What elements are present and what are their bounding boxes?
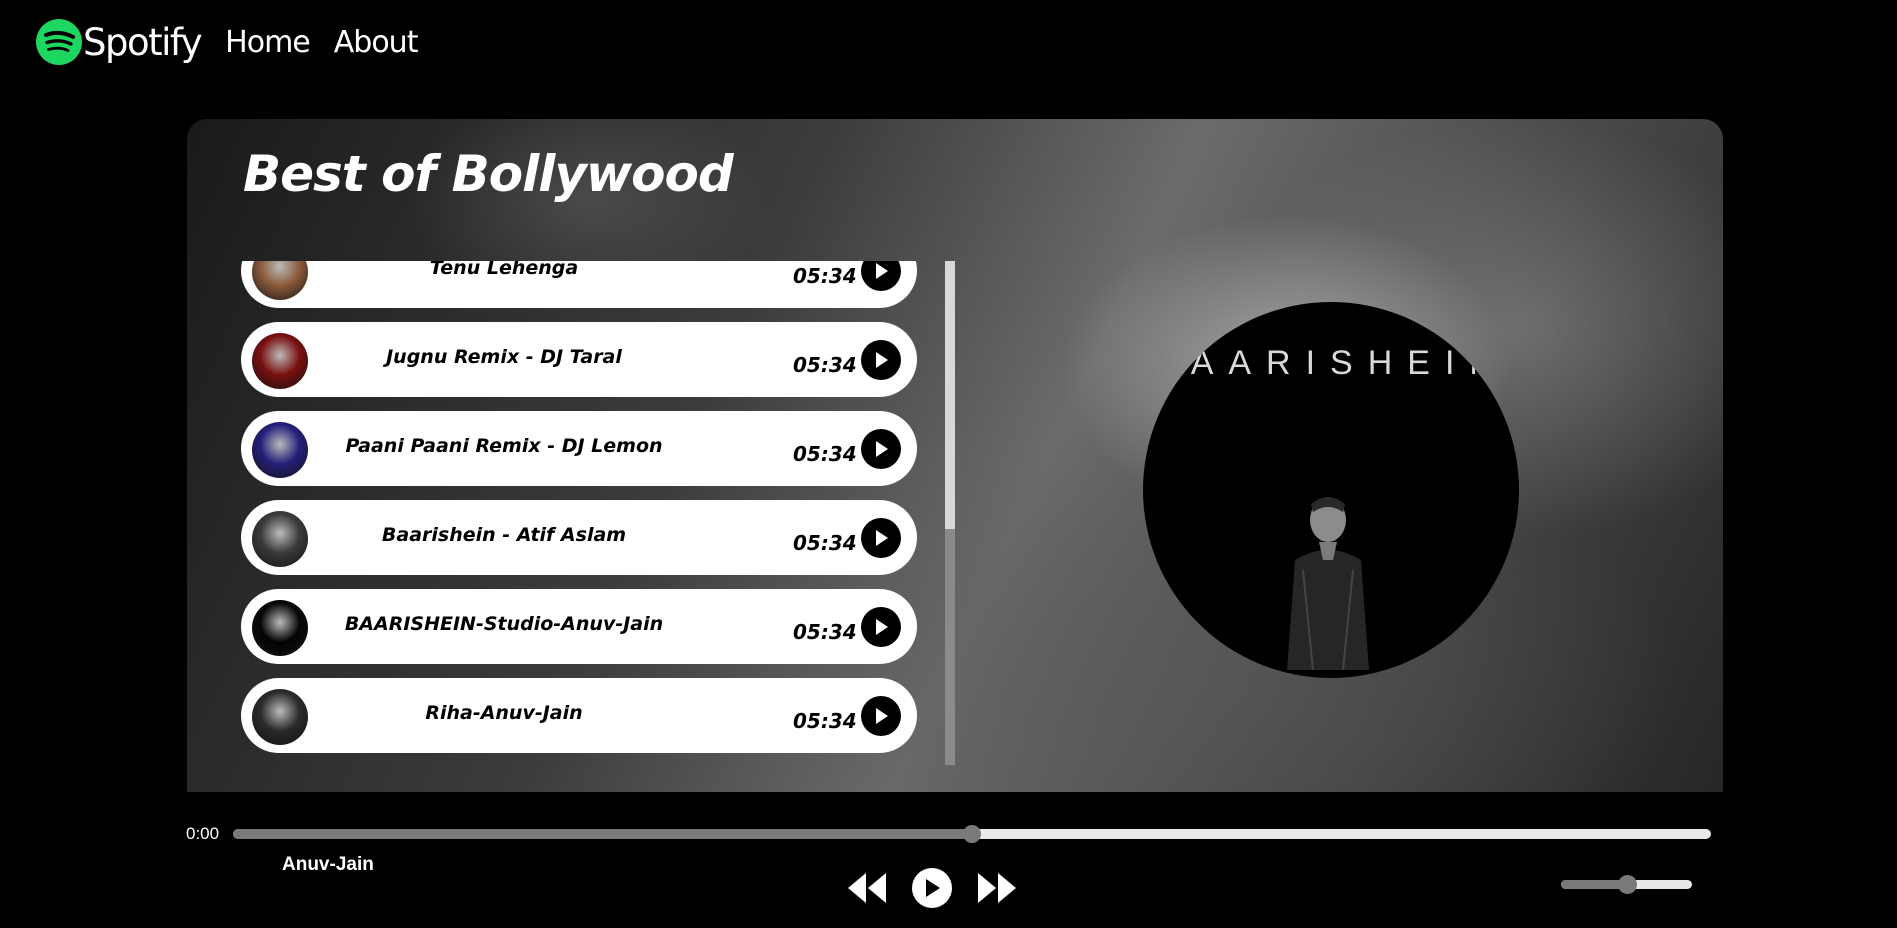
- next-button[interactable]: [974, 868, 1018, 908]
- song-duration: 05:34: [793, 709, 857, 733]
- spotify-icon: [36, 19, 82, 65]
- song-item[interactable]: Baarishein - Atif Aslam 05:34: [241, 500, 917, 575]
- song-list-scrollbar[interactable]: [945, 261, 955, 765]
- song-duration: 05:34: [793, 353, 857, 377]
- song-play-button[interactable]: [861, 340, 901, 380]
- song-play-button[interactable]: [861, 696, 901, 736]
- spotify-logo[interactable]: Spotify: [36, 19, 203, 65]
- play-icon: [876, 619, 888, 635]
- cover-title: BAARISHEIN: [1153, 344, 1509, 382]
- cover-artist-figure: [1287, 497, 1369, 670]
- song-title: Paani Paani Remix - DJ Lemon: [345, 435, 663, 457]
- song-thumbnail: [252, 511, 308, 567]
- play-button[interactable]: [912, 868, 952, 908]
- song-play-button[interactable]: [861, 261, 901, 291]
- progress-handle[interactable]: [963, 825, 981, 843]
- song-thumbnail: [252, 689, 308, 745]
- play-icon: [876, 530, 888, 546]
- song-thumbnail: [252, 422, 308, 478]
- song-list[interactable]: Tenu Lehenga 05:34 Jugnu Remix - DJ Taral 0…: [241, 261, 917, 771]
- play-icon: [876, 441, 888, 457]
- song-duration: 05:34: [793, 531, 857, 555]
- top-nav: Spotify Home About: [36, 16, 419, 68]
- volume-handle[interactable]: [1617, 875, 1637, 894]
- play-icon: [926, 879, 940, 897]
- play-icon: [876, 263, 888, 279]
- nav-link-about[interactable]: About: [334, 25, 419, 60]
- scrollbar-thumb[interactable]: [945, 529, 955, 765]
- song-item[interactable]: Paani Paani Remix - DJ Lemon 05:34: [241, 411, 917, 486]
- playback-controls: [846, 866, 1018, 910]
- progress-bar[interactable]: [233, 825, 1711, 843]
- backward-icon: [848, 873, 886, 903]
- progress-fill: [233, 829, 972, 839]
- current-time: 0:00: [186, 824, 220, 843]
- volume-fill: [1561, 880, 1627, 889]
- song-item[interactable]: BAARISHEIN-Studio-Anuv-Jain 05:34: [241, 589, 917, 664]
- song-play-button[interactable]: [861, 429, 901, 469]
- song-duration: 05:34: [793, 264, 857, 288]
- album-cover: BAARISHEIN: [1143, 302, 1519, 678]
- song-title: Riha-Anuv-Jain: [425, 702, 583, 724]
- song-play-button[interactable]: [861, 607, 901, 647]
- nav-link-home[interactable]: Home: [225, 25, 311, 60]
- song-list-track: Tenu Lehenga 05:34 Jugnu Remix - DJ Taral 0…: [241, 261, 917, 767]
- song-item[interactable]: Jugnu Remix - DJ Taral 05:34: [241, 322, 917, 397]
- playlist-hero: Best of Bollywood Tenu Lehenga 05:34 Jugnu…: [187, 119, 1723, 792]
- song-title: Tenu Lehenga: [429, 261, 579, 279]
- playlist-title: Best of Bollywood: [243, 145, 734, 203]
- song-item[interactable]: Tenu Lehenga 05:34: [241, 261, 917, 308]
- song-duration: 05:34: [793, 442, 857, 466]
- forward-icon: [978, 873, 1016, 903]
- song-thumbnail: [252, 333, 308, 389]
- play-icon: [876, 708, 888, 724]
- song-title: Jugnu Remix - DJ Taral: [386, 346, 622, 368]
- song-title: Baarishein - Atif Aslam: [381, 524, 627, 546]
- brand-name: Spotify: [83, 20, 203, 64]
- song-item[interactable]: Riha-Anuv-Jain 05:34: [241, 678, 917, 753]
- song-thumbnail: [252, 600, 308, 656]
- volume-slider[interactable]: [1561, 875, 1692, 894]
- now-playing-artist: Anuv-Jain: [282, 854, 374, 875]
- song-play-button[interactable]: [861, 518, 901, 558]
- play-icon: [876, 352, 888, 368]
- song-duration: 05:34: [793, 620, 857, 644]
- song-title: BAARISHEIN-Studio-Anuv-Jain: [344, 613, 664, 635]
- song-thumbnail: [252, 261, 308, 300]
- previous-button[interactable]: [846, 868, 890, 908]
